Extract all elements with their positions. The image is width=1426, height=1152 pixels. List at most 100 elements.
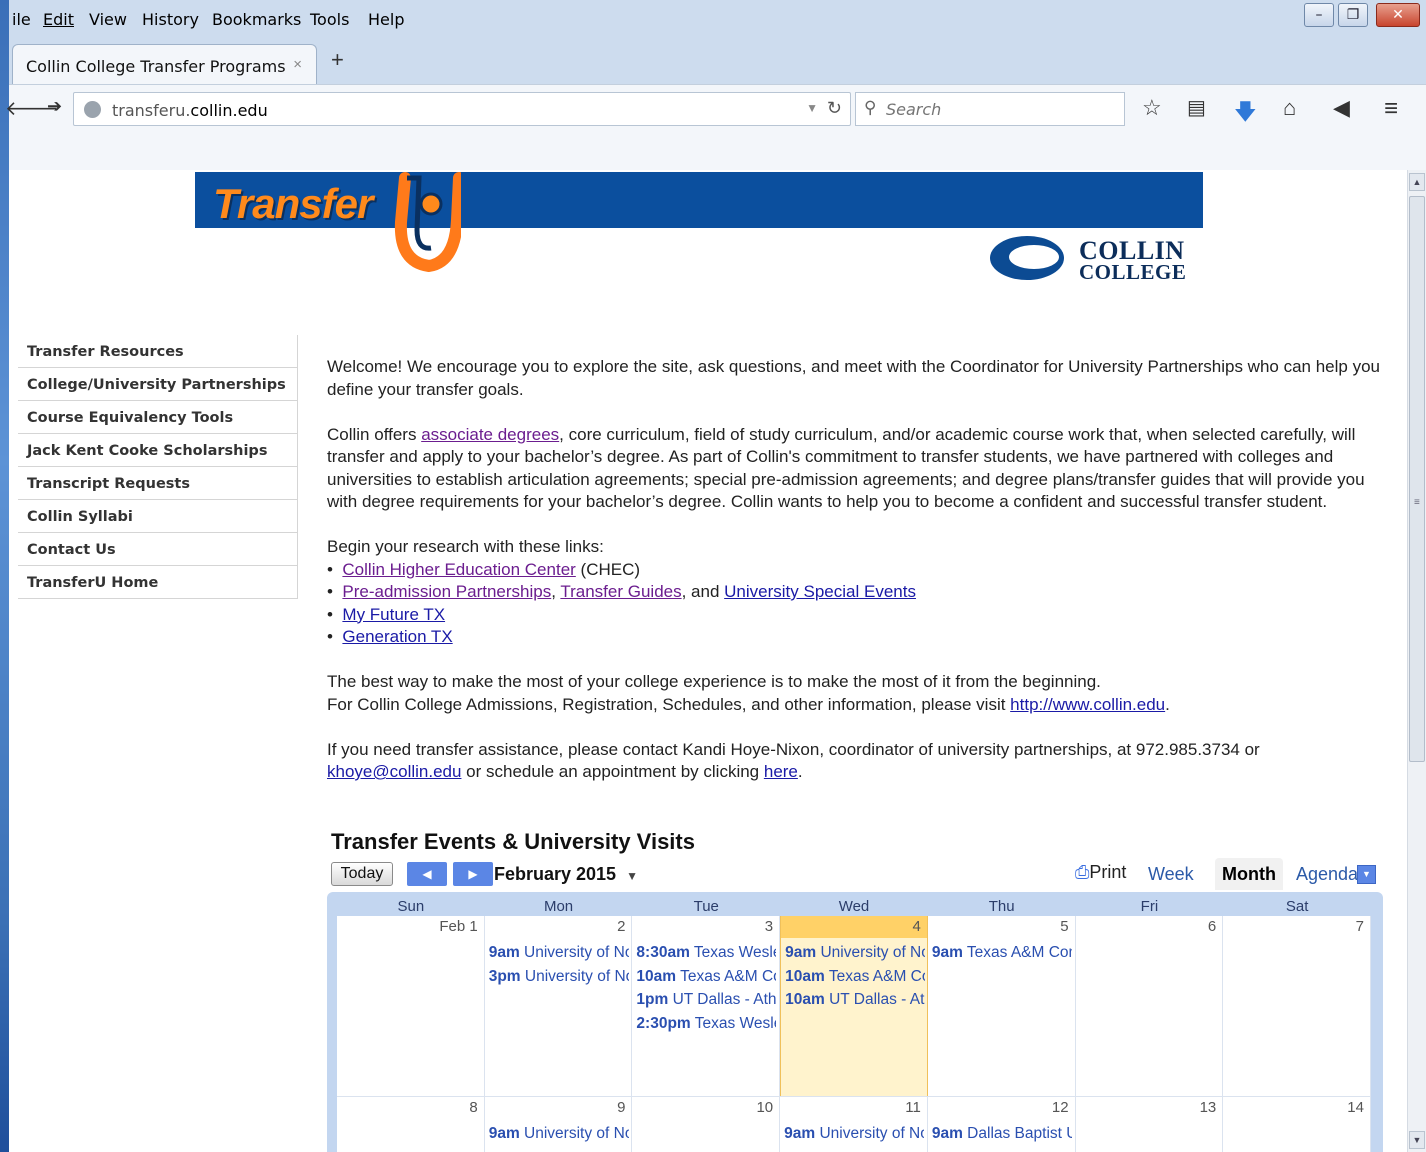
collin-college-logo[interactable]: COLLIN COLLEGE (987, 232, 1197, 284)
tab-week[interactable]: Week (1141, 858, 1201, 890)
home-icon[interactable]: ⌂ (1283, 95, 1296, 121)
prev-month-button[interactable]: ◀ (407, 862, 447, 886)
sidebar-item-home[interactable]: TransferU Home (18, 566, 298, 599)
sidebar-item-partnerships[interactable]: College/University Partnerships (18, 368, 298, 401)
sidebar-item-course-equivalency[interactable]: Course Equivalency Tools (18, 401, 298, 434)
month-selector[interactable]: February 2015 ▼ (494, 864, 638, 885)
reading-list-icon[interactable]: ▤ (1187, 95, 1206, 120)
calendar-day-cell[interactable]: 5 9am Texas A&M Commerce (928, 916, 1076, 1096)
send-icon[interactable]: ◀ (1333, 95, 1350, 121)
calendar-day-cell[interactable]: Feb 1 (337, 916, 485, 1096)
tab-agenda[interactable]: Agenda (1289, 858, 1365, 890)
calendar-event[interactable]: 9am University of North Texas (489, 1125, 629, 1143)
email-link[interactable]: khoye@collin.edu (327, 762, 461, 781)
calendar-event[interactable]: 10am UT Dallas - Athletics (785, 991, 925, 1009)
calendar-toolbar: Today ◀ ▶ February 2015 ▼ ⎙Print Week Mon… (327, 858, 1383, 890)
menubar: ile Edit View History Bookmarks Tools He… (9, 0, 1426, 40)
search-input[interactable] (886, 98, 1116, 120)
print-button[interactable]: ⎙Print (1075, 862, 1126, 883)
day-number: 12 (1051, 1099, 1069, 1116)
calendar-event[interactable]: 9am Dallas Baptist University (932, 1125, 1072, 1143)
calendar-day-cell[interactable]: 6 (1076, 916, 1224, 1096)
menu-view[interactable]: View (89, 10, 127, 29)
chec-link[interactable]: Collin Higher Education Center (342, 560, 575, 579)
sidebar-item-scholarships[interactable]: Jack Kent Cooke Scholarships (18, 434, 298, 467)
calendar-week-1: Feb 1 2 9am University of North Texas 3pm U… (337, 916, 1371, 1096)
calendar-day-cell[interactable]: 9 9am University of North Texas (485, 1097, 633, 1152)
tab-close-icon[interactable]: × (293, 56, 302, 73)
menu-bookmarks[interactable]: Bookmarks (212, 10, 301, 29)
scroll-up-button[interactable]: ▲ (1409, 173, 1425, 191)
desktop-edge (0, 0, 9, 1152)
dayname-mon: Mon (543, 898, 574, 915)
url-dropdown-icon[interactable]: ▼ (806, 101, 818, 115)
special-events-link[interactable]: University Special Events (724, 582, 916, 601)
transfer-guides-link[interactable]: Transfer Guides (560, 582, 681, 601)
calendar-event[interactable]: 10am Texas A&M Commerce (785, 968, 925, 986)
associate-degrees-link[interactable]: associate degrees (421, 425, 559, 444)
sidebar-item-transfer-resources[interactable]: Transfer Resources (18, 335, 298, 368)
calendar-day-cell[interactable]: 12 9am Dallas Baptist University (928, 1097, 1076, 1152)
sidebar-item-contact[interactable]: Contact Us (18, 533, 298, 566)
menu-tools[interactable]: Tools (310, 10, 349, 29)
dayname-wed: Wed (838, 898, 870, 915)
reload-icon[interactable]: ↻ (827, 98, 842, 119)
calendar-event[interactable]: 9am Texas A&M Commerce (932, 944, 1072, 962)
calendar-day-cell[interactable]: 14 (1223, 1097, 1371, 1152)
menu-file[interactable]: ile (12, 10, 31, 29)
calendar-event[interactable]: 9am University of North Texas (489, 944, 629, 962)
sidebar-item-transcripts[interactable]: Transcript Requests (18, 467, 298, 500)
restore-button[interactable]: ❐ (1338, 3, 1368, 27)
sidebar-item-syllabi[interactable]: Collin Syllabi (18, 500, 298, 533)
menu-hamburger-icon[interactable]: ≡ (1384, 95, 1398, 123)
vertical-scrollbar[interactable]: ▲ ≡ ▼ (1407, 170, 1426, 1152)
close-window-button[interactable]: ✕ (1376, 3, 1420, 27)
day-number: 11 (905, 1099, 921, 1116)
calendar-day-cell[interactable]: 11 9am University of North Texas (780, 1097, 928, 1152)
menu-edit[interactable]: Edit (43, 10, 74, 29)
agenda-dropdown-icon[interactable]: ▼ (1357, 865, 1376, 884)
scroll-down-button[interactable]: ▼ (1409, 1131, 1425, 1149)
calendar-event[interactable]: 10am Texas A&M Commerce (636, 968, 776, 986)
calendar-event[interactable]: 9am University of North Texas (785, 944, 925, 962)
calendar-day-cell[interactable]: 3 8:30am Texas Wesleyan 10am Texas A&M Com… (632, 916, 781, 1096)
scroll-thumb[interactable]: ≡ (1409, 196, 1425, 762)
minimize-button[interactable]: – (1304, 3, 1334, 27)
calendar-event[interactable]: 8:30am Texas Wesleyan (636, 944, 776, 962)
day-number: 13 (1199, 1099, 1217, 1116)
calendar-day-cell[interactable]: 4 9am University of North Texas 10am Texas… (780, 916, 928, 1096)
tab-active[interactable]: Collin College Transfer Programs × (12, 44, 317, 85)
search-bar[interactable]: ⚲ (855, 92, 1125, 126)
calendar-day-cell[interactable]: 13 (1076, 1097, 1224, 1152)
my-future-tx-link[interactable]: My Future TX (342, 605, 445, 624)
generation-tx-link[interactable]: Generation TX (342, 627, 452, 646)
collin-edu-link[interactable]: http://www.collin.edu (1010, 695, 1165, 714)
contact-paragraph: If you need transfer assistance, please … (327, 739, 1260, 782)
calendar-day-cell[interactable]: 8 (337, 1097, 485, 1152)
calendar-title: Transfer Events & University Visits (331, 829, 695, 854)
forward-arrow-icon[interactable]: ➔ (47, 96, 62, 117)
calendar-event[interactable]: 1pm UT Dallas - Athletics (636, 991, 776, 1009)
menu-help[interactable]: Help (368, 10, 404, 29)
appointment-link[interactable]: here (764, 762, 798, 781)
scroll-grip-icon: ≡ (1414, 497, 1420, 508)
url-text: transferu.collin.edu (112, 101, 268, 120)
new-tab-button[interactable]: + (331, 47, 344, 73)
calendar-day-cell[interactable]: 2 9am University of North Texas 3pm Univer… (485, 916, 633, 1096)
bookmark-star-icon[interactable]: ☆ (1142, 95, 1162, 121)
calendar-grid: Sun Mon Tue Wed Thu Fri Sat Feb 1 2 9am Universi… (327, 892, 1383, 1152)
url-bar[interactable]: transferu.collin.edu ▼ ↻ (73, 92, 851, 126)
menu-history[interactable]: History (142, 10, 199, 29)
calendar-event[interactable]: 2:30pm Texas Wesleyan (636, 1015, 776, 1033)
preadmission-link[interactable]: Pre-admission Partnerships (342, 582, 551, 601)
transferu-logo[interactable]: Transfer (209, 170, 469, 280)
calendar-event[interactable]: 9am University of North Texas (784, 1125, 924, 1143)
calendar-event[interactable]: 3pm University of North Texas (489, 968, 629, 986)
calendar-day-cell[interactable]: 10 (632, 1097, 781, 1152)
today-button[interactable]: Today (331, 862, 393, 886)
sidebar-divider (297, 335, 298, 599)
download-icon[interactable]: 🡇 (1234, 95, 1257, 133)
next-month-button[interactable]: ▶ (453, 862, 493, 886)
calendar-day-cell[interactable]: 7 (1223, 916, 1371, 1096)
tab-month[interactable]: Month (1215, 858, 1283, 890)
